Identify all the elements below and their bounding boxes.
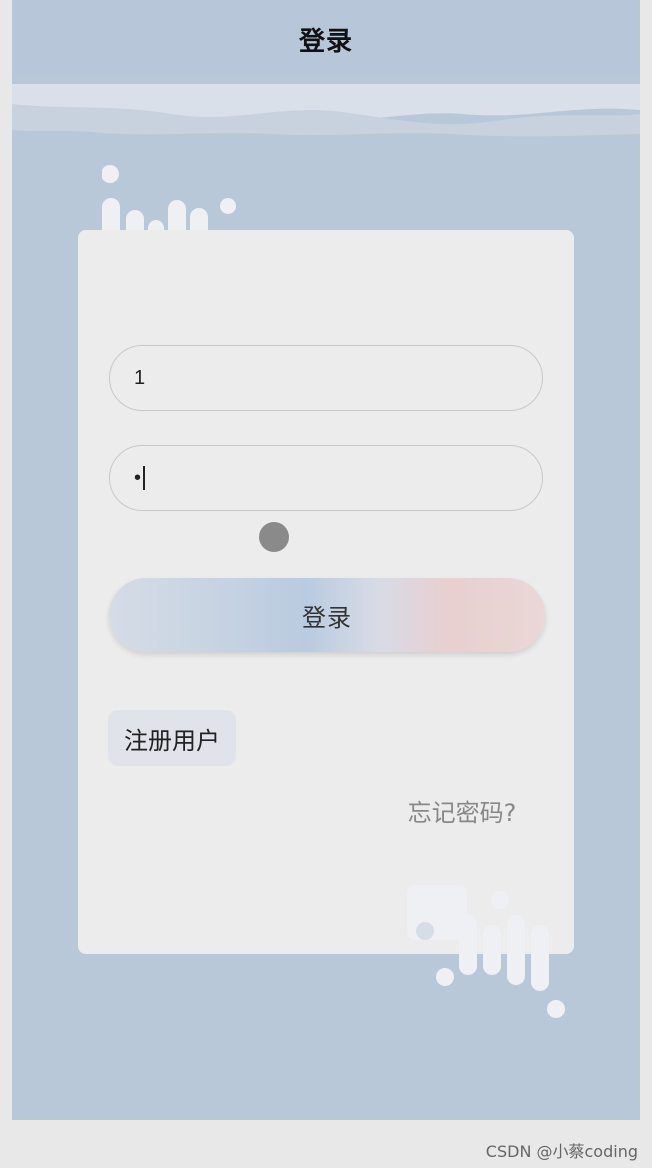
password-input[interactable]: •	[109, 445, 543, 511]
login-button[interactable]: 登录	[109, 578, 545, 652]
username-input[interactable]: 1	[109, 345, 543, 411]
register-user-link[interactable]: 注册用户	[108, 710, 236, 766]
password-value: •	[134, 466, 142, 489]
forgot-password-link[interactable]: 忘记密码?	[392, 792, 532, 828]
nav-bar: 登录	[12, 0, 640, 78]
wave-decoration	[12, 74, 640, 144]
app-screen: 登录 1 • 登录 注册用户 忘记密码?	[12, 0, 640, 1120]
page-title: 登录	[298, 26, 353, 57]
drip-decoration-bottom	[407, 885, 565, 1018]
text-cursor	[143, 466, 146, 490]
username-value: 1	[134, 366, 146, 389]
watermark: CSDN @小蔡coding	[485, 1142, 638, 1161]
touch-indicator	[259, 522, 289, 552]
